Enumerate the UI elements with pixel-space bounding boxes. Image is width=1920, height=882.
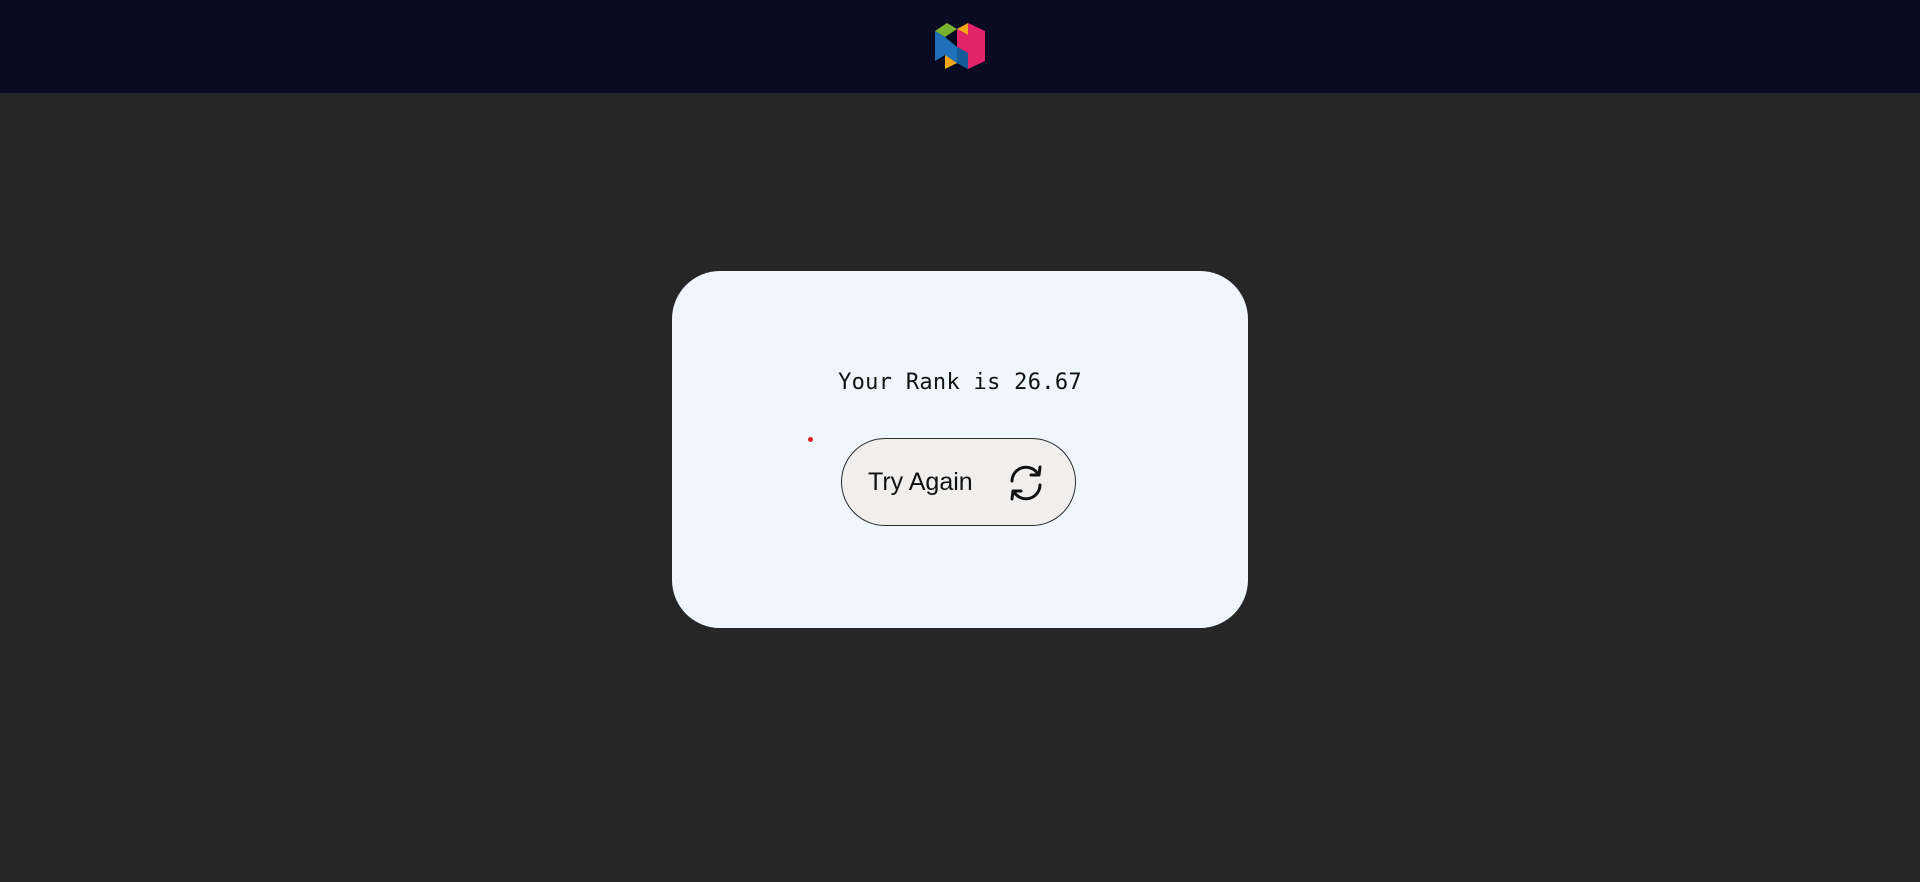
brand-logo-icon[interactable] (935, 23, 985, 69)
try-again-button[interactable]: Try Again (841, 438, 1076, 526)
try-again-label: Try Again (868, 468, 973, 496)
refresh-icon (1010, 465, 1042, 501)
result-card: Your Rank is 26.67 Try Again (672, 271, 1248, 628)
cursor-indicator (808, 437, 813, 442)
rank-text: Your Rank is 26.67 (838, 370, 1082, 395)
top-bar (0, 0, 1920, 93)
